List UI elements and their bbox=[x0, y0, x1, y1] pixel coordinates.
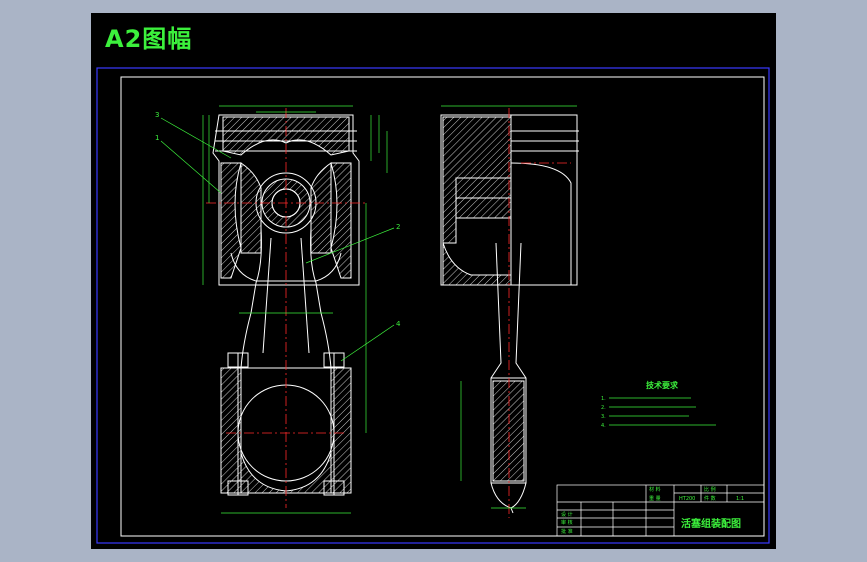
tb-value-material: HT200 bbox=[679, 496, 695, 502]
tech-req-item: 4. bbox=[601, 423, 606, 429]
cad-viewport[interactable]: A2图幅 3 1 2 4 技术要求 1. 2. 3. 4. 材 料 HT200 … bbox=[0, 0, 867, 562]
tb-label-count: 件 数 bbox=[704, 495, 716, 502]
tb-label-scale: 比 例 bbox=[704, 486, 716, 493]
tb-label-approved: 批 准 bbox=[561, 528, 573, 535]
tb-label-weight: 重 量 bbox=[649, 495, 661, 502]
callout-3: 3 bbox=[155, 111, 159, 119]
tb-label-material: 材 料 bbox=[649, 486, 661, 493]
tb-drawing-name: 活塞组装配图 bbox=[681, 517, 741, 530]
tech-req-item: 2. bbox=[601, 405, 606, 411]
tech-req-heading: 技术要求 bbox=[646, 380, 679, 390]
tech-req-item: 3. bbox=[601, 414, 606, 420]
assembly-drawing: 3 1 2 4 技术要求 1. 2. 3. 4. 材 料 HT200 比 例 1… bbox=[96, 67, 770, 544]
callout-4: 4 bbox=[396, 320, 401, 328]
tb-label-checked: 审 核 bbox=[561, 519, 573, 526]
tb-value-scale: 1:1 bbox=[736, 496, 744, 502]
side-section-view bbox=[440, 114, 579, 514]
technical-requirements: 技术要求 1. 2. 3. 4. bbox=[601, 380, 716, 429]
tb-label-drawn: 设 计 bbox=[561, 511, 573, 518]
callout-1: 1 bbox=[155, 134, 159, 142]
callout-2: 2 bbox=[396, 223, 400, 231]
drawing-sheet: A2图幅 3 1 2 4 技术要求 1. 2. 3. 4. 材 料 HT200 … bbox=[91, 13, 776, 549]
tech-req-item: 1. bbox=[601, 396, 606, 402]
